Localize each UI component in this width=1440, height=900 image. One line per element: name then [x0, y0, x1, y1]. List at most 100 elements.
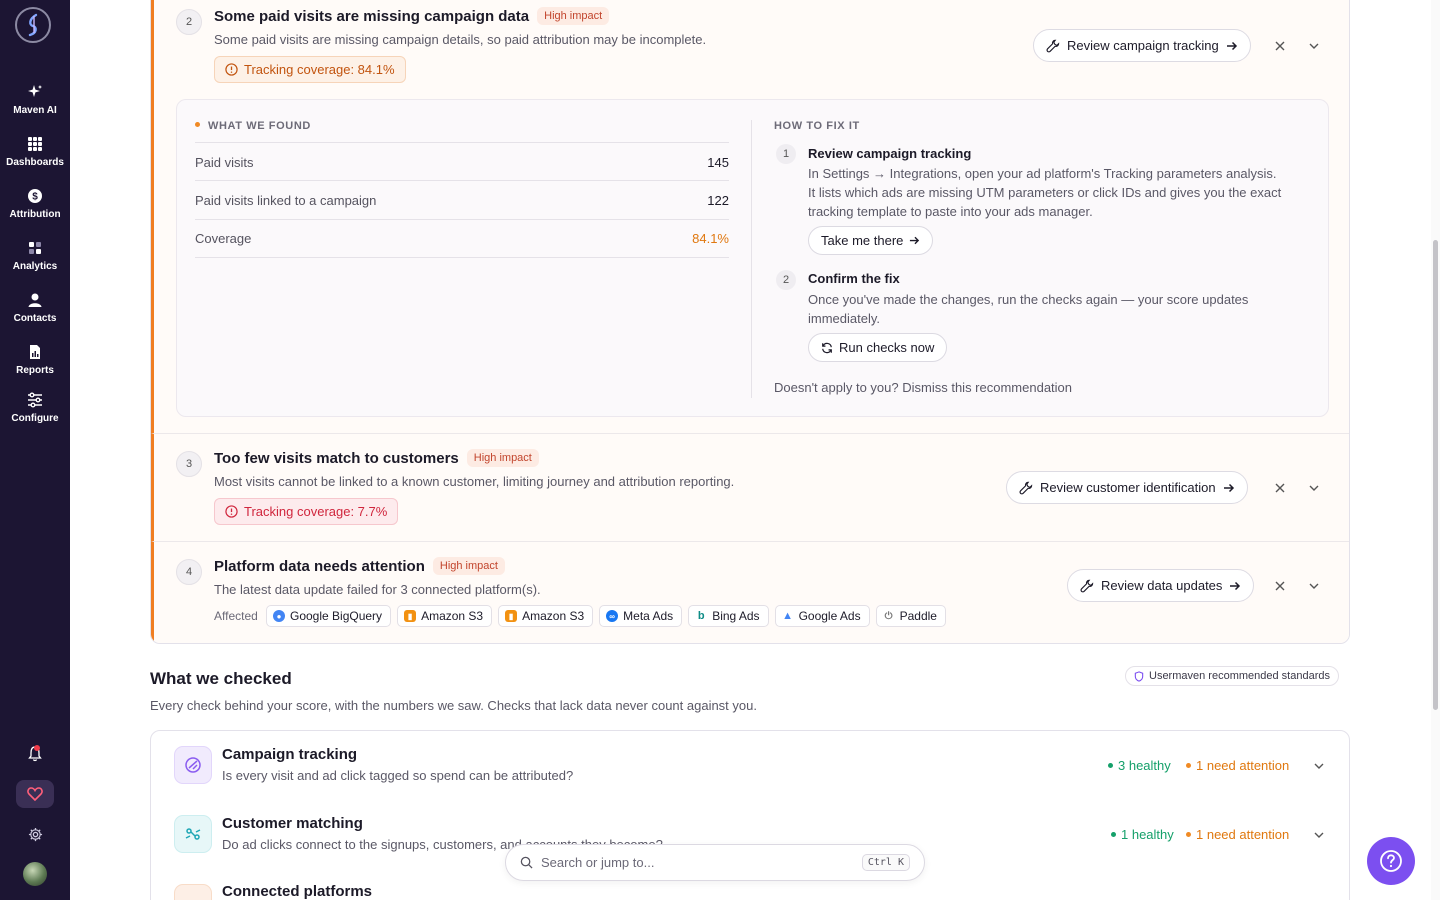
- heart-icon: [27, 787, 43, 801]
- stat-text: 1 healthy: [1121, 827, 1174, 842]
- standards-badge[interactable]: Usermaven recommended standards: [1125, 666, 1339, 686]
- standards-text: Usermaven recommended standards: [1149, 670, 1330, 682]
- found-row: Paid visits linked to a campaign 122: [195, 180, 729, 219]
- section-title: What we checked: [150, 669, 292, 688]
- take-me-there-button[interactable]: Take me there: [808, 226, 934, 255]
- customer-matching-icon: [174, 815, 212, 853]
- healthy-count: 3 healthy: [1108, 758, 1171, 773]
- step-title: Review campaign tracking: [808, 146, 972, 161]
- found-row: Coverage 84.1%: [195, 219, 729, 258]
- dismiss-button[interactable]: [1270, 36, 1290, 56]
- platform-name: Paddle: [899, 609, 937, 623]
- wrench-icon: [1019, 481, 1033, 494]
- recommendation-details: WHAT WE FOUND Paid visits 145 Paid visit…: [176, 99, 1329, 417]
- attention-count: 1 need attention: [1186, 827, 1289, 842]
- google-ads-icon: ▲: [781, 610, 794, 622]
- chevron-down-icon: [1314, 763, 1324, 769]
- check-title: Connected platforms: [222, 883, 373, 900]
- scrollbar-thumb[interactable]: [1433, 240, 1438, 710]
- meta-icon: ∞: [606, 610, 619, 622]
- person-icon: [28, 293, 42, 307]
- step-line: It lists which ads are missing UTM param…: [808, 185, 1282, 200]
- help-button[interactable]: [1367, 837, 1415, 885]
- dismiss-button[interactable]: [1270, 478, 1290, 498]
- platform-chip: b Bing Ads: [688, 605, 769, 627]
- sidebar-item-configure[interactable]: Configure: [0, 392, 70, 424]
- plug-icon: ⏻: [882, 610, 895, 622]
- platform-chip: ▲ Google Ads: [774, 605, 870, 627]
- expand-button[interactable]: [1304, 478, 1324, 498]
- main-content: 2 Some paid visits are missing campaign …: [70, 0, 1440, 900]
- campaign-icon: [174, 746, 212, 784]
- status-dot: [1111, 832, 1116, 837]
- platform-name: Amazon S3: [421, 609, 484, 623]
- sidebar-item-maven-ai[interactable]: Maven AI: [0, 84, 70, 116]
- expand-button[interactable]: [1309, 825, 1329, 845]
- command-search[interactable]: Search or jump to... Ctrl K: [505, 844, 925, 881]
- button-label: Take me there: [821, 233, 904, 248]
- sidebar: Maven AI Dashboards $ Attribution Analyt…: [0, 0, 70, 900]
- sidebar-item-dashboards[interactable]: Dashboards: [0, 136, 70, 168]
- svg-text:$: $: [32, 192, 38, 203]
- avatar[interactable]: [23, 862, 47, 886]
- gear-icon: [28, 827, 42, 841]
- step-line: tracking template to paste into your ads…: [808, 204, 1093, 219]
- expand-button[interactable]: [1304, 576, 1324, 596]
- health-button[interactable]: [16, 780, 54, 808]
- alert-circle-icon: [225, 63, 238, 76]
- refresh-icon: [822, 342, 832, 353]
- app-logo[interactable]: [15, 7, 51, 43]
- notifications-button[interactable]: [0, 745, 70, 763]
- found-row: Paid visits 145: [195, 142, 729, 181]
- button-label: Review data updates: [1101, 578, 1223, 593]
- alert-circle-icon: [225, 505, 238, 518]
- platform-name: Bing Ads: [712, 609, 760, 623]
- button-label: Review campaign tracking: [1067, 38, 1219, 53]
- help-icon: [1380, 850, 1402, 872]
- expand-button[interactable]: [1309, 756, 1329, 776]
- chevron-down-icon: [1314, 832, 1324, 838]
- search-input[interactable]: Search or jump to...: [541, 855, 862, 870]
- recommendation-description: Some paid visits are missing campaign de…: [214, 32, 707, 47]
- page-scrollbar[interactable]: [1431, 0, 1440, 900]
- platform-name: Google Ads: [798, 609, 861, 623]
- recommendation-title: Some paid visits are missing campaign da…: [214, 7, 610, 25]
- close-icon: [1275, 483, 1285, 493]
- review-data-updates-button[interactable]: Review data updates: [1067, 569, 1255, 602]
- affected-platforms: ● Google BigQuery ▮ Amazon S3 ▮ Amazon S3 ∞…: [266, 605, 946, 627]
- sidebar-item-contacts[interactable]: Contacts: [0, 292, 70, 324]
- recommendation-number: 2: [176, 9, 202, 35]
- sidebar-item-label: Reports: [16, 365, 54, 376]
- stat-text: 1 need attention: [1196, 827, 1290, 842]
- sidebar-item-label: Contacts: [13, 313, 57, 324]
- settings-button[interactable]: [0, 825, 70, 843]
- amazon-s3-icon: ▮: [404, 610, 417, 622]
- dismiss-recommendation-link[interactable]: Doesn't apply to you? Dismiss this recom…: [774, 380, 1072, 395]
- step-number: 1: [776, 144, 796, 164]
- run-checks-now-button[interactable]: Run checks now: [808, 333, 948, 362]
- check-row[interactable]: Campaign tracking Is every visit and ad …: [151, 731, 1349, 800]
- collapse-button[interactable]: [1304, 36, 1324, 56]
- health-button-wrap: [0, 780, 70, 808]
- what-we-found-heading: WHAT WE FOUND: [195, 120, 311, 132]
- sidebar-item-reports[interactable]: Reports: [0, 344, 70, 376]
- close-icon: [1275, 581, 1285, 591]
- platform-chip: ▮ Amazon S3: [498, 605, 594, 627]
- review-customer-identification-button[interactable]: Review customer identification: [1006, 471, 1248, 504]
- status-dot: [195, 122, 200, 127]
- sidebar-item-analytics[interactable]: Analytics: [0, 240, 70, 272]
- check-question: Is every visit and ad click tagged so sp…: [222, 768, 574, 783]
- platform-chip: ▮ Amazon S3: [397, 605, 493, 627]
- sliders-icon: [28, 392, 42, 408]
- dismiss-button[interactable]: [1270, 576, 1290, 596]
- found-label: Paid visits linked to a campaign: [195, 192, 377, 208]
- found-value: 84.1%: [692, 231, 729, 246]
- coverage-text: Tracking coverage: 84.1%: [244, 62, 395, 77]
- chevron-down-icon: [1309, 583, 1319, 589]
- review-campaign-tracking-button[interactable]: Review campaign tracking: [1033, 29, 1251, 62]
- recommendation-item: 2 Some paid visits are missing campaign …: [151, 0, 1349, 433]
- impact-badge: High impact: [432, 557, 505, 575]
- sidebar-item-attribution[interactable]: $ Attribution: [0, 188, 70, 220]
- sidebar-item-label: Configure: [11, 413, 59, 424]
- platform-name: Amazon S3: [522, 609, 585, 623]
